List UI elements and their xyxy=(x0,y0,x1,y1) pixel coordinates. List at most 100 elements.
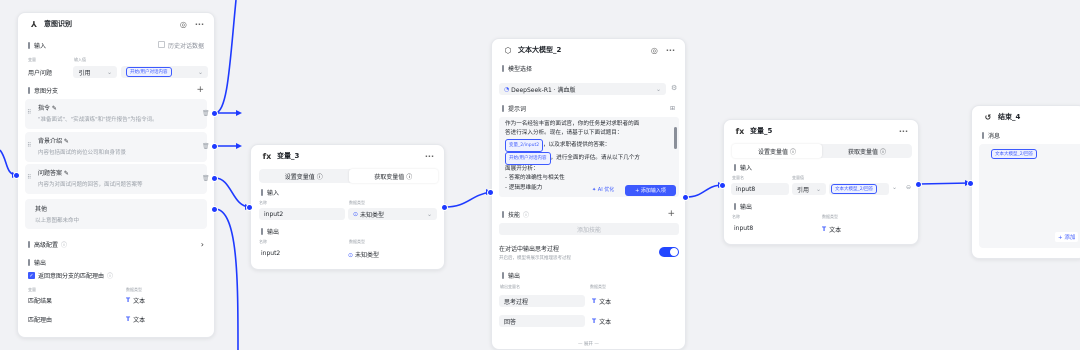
branch-desc: 内容为对面试问题的回答，面试问题答案等 xyxy=(38,182,143,188)
input-port[interactable] xyxy=(719,182,726,189)
reason-option[interactable]: ✓ 返回意图分支的匹配理由 ⓘ xyxy=(28,271,113,280)
drag-handle-icon[interactable]: ⠿ xyxy=(27,109,31,116)
think-label: 在对话中输出思考过程 xyxy=(499,246,560,253)
more-icon[interactable]: ··· xyxy=(899,127,908,136)
other-branch-card[interactable]: 其他 以上意图都未命中 xyxy=(25,199,207,229)
ref-value-select[interactable]: 文本大模型_2/回答 xyxy=(829,183,889,195)
more-icon[interactable]: ··· xyxy=(195,20,204,29)
prompt-scrollbar[interactable] xyxy=(674,127,677,149)
delete-icon[interactable]: ⊖ xyxy=(906,184,911,191)
input-port[interactable] xyxy=(967,180,974,187)
output-name-field[interactable]: 回答 xyxy=(499,315,585,327)
input-name-field[interactable]: input2 xyxy=(259,208,345,220)
prompt-line: - 答案的准确性与相关性 xyxy=(505,175,565,182)
variable3-node[interactable]: fx 变量_3 ··· 设置变量值 ⓘ 获取变量值 ⓘ 输入 名称 数据类型 i… xyxy=(250,144,445,270)
branch-card[interactable]: ⠿ 指令 ✎ "准备面试"、"实战演练"和"提升报告"为指令词。 xyxy=(25,99,207,129)
more-icon[interactable]: ··· xyxy=(666,46,675,55)
ref-value-select[interactable]: 开始/用户对话内容 ⌄ xyxy=(121,66,208,78)
variable5-node[interactable]: fx 变量_5 ··· 设置变量值 ⓘ 获取变量值 ⓘ 输入 变量名 变量值 i… xyxy=(723,119,919,245)
end-header[interactable]: ↺ 结束_4 xyxy=(972,106,1080,128)
add-skill-icon[interactable]: + xyxy=(667,209,675,219)
prompt-var-tag[interactable]: 变量_2/input2 xyxy=(505,138,544,152)
text-type-icon: T xyxy=(592,298,597,305)
chevron-right-icon[interactable]: › xyxy=(201,240,204,249)
tab-set-value[interactable]: 设置变量值 ⓘ xyxy=(732,144,822,158)
branch-title: 问题答案 ✎ xyxy=(38,170,69,177)
add-button[interactable]: + 添加 xyxy=(1055,232,1079,242)
chevron-down-icon[interactable]: ⌄ xyxy=(892,184,897,191)
prompt-line: 变量_2/input2 ，以及求职者提供的答案： xyxy=(505,138,669,152)
skill-placeholder[interactable]: 添加技能 xyxy=(499,223,679,235)
input-port[interactable] xyxy=(246,204,253,211)
output-port[interactable] xyxy=(211,175,218,182)
prompt-var-tag[interactable]: 开始/用户对话内容 xyxy=(505,151,551,166)
more-icon[interactable]: ··· xyxy=(425,152,434,161)
input-port[interactable] xyxy=(487,189,494,196)
input-name-field[interactable]: input8 xyxy=(731,183,789,195)
expand-icon[interactable]: ⊞ xyxy=(670,105,675,112)
model-select[interactable]: ◔ DeepSeek-R1 · 满血版 ⌄ xyxy=(499,83,666,95)
workflow-canvas[interactable]: ⅄ 意图识别 ◎ ··· 输入 历史对话数据 变量 输入值 用户问题 引用 ⌄ 开… xyxy=(0,0,1080,350)
info-icon: ⓘ xyxy=(523,211,530,219)
col-type: 输入值 xyxy=(74,57,86,62)
think-toggle[interactable] xyxy=(659,247,679,257)
output-port[interactable] xyxy=(915,181,922,188)
llm-node[interactable]: ⬡ 文本大模型_2 ◎ ··· 模型选择 ◔ DeepSeek-R1 · 满血版… xyxy=(491,38,686,350)
tab-get-value[interactable]: 获取变量值 ⓘ xyxy=(348,169,438,183)
message-editor[interactable]: 文本大模型_2/回答 + 添加 xyxy=(979,144,1080,248)
branch-card[interactable]: ⠿ 背景介绍 ✎ 内容包括面试的岗位公司和自身背景 xyxy=(25,132,207,162)
ai-optimize-button[interactable]: ✦ AI 优化 xyxy=(592,186,614,194)
variable3-output-section: 输出 xyxy=(251,224,444,238)
ref-mode-select[interactable]: 引用 ⌄ xyxy=(792,183,826,195)
input-type-select[interactable]: ⊙ 未知类型 ⌄ xyxy=(348,208,437,220)
section-title: 高级配置 xyxy=(34,241,59,249)
deepseek-icon: ◔ xyxy=(504,85,510,93)
output-port[interactable] xyxy=(441,204,448,211)
unknown-type-icon: ⊙ xyxy=(348,252,354,259)
history-toggle[interactable]: 历史对话数据 xyxy=(157,40,204,50)
delete-icon[interactable]: 🗑 xyxy=(202,110,210,117)
checkbox-checked[interactable]: ✓ xyxy=(28,272,35,279)
output-name-field[interactable]: 思考过程 xyxy=(499,295,585,307)
text-type-icon: T xyxy=(126,297,131,304)
output-port[interactable] xyxy=(211,143,218,150)
history-checkbox[interactable] xyxy=(157,40,165,48)
target-icon[interactable]: ◎ xyxy=(180,20,187,29)
add-branch-icon[interactable]: + xyxy=(196,85,204,95)
end-node[interactable]: ↺ 结束_4 消息 文本大模型_2/回答 + 添加 xyxy=(971,105,1080,259)
section-bar xyxy=(502,271,504,279)
target-icon[interactable]: ◎ xyxy=(651,46,658,55)
intent-node-header[interactable]: ⅄ 意图识别 ◎ ··· xyxy=(18,13,214,35)
variable5-header[interactable]: fx 变量_5 ··· xyxy=(724,120,918,142)
message-var-tag[interactable]: 文本大模型_2/回答 xyxy=(991,149,1038,159)
end-title: 结束_4 xyxy=(998,113,1021,121)
ref-mode-select[interactable]: 引用 ⌄ xyxy=(73,66,117,78)
input-port[interactable] xyxy=(13,172,20,179)
llm-header[interactable]: ⬡ 文本大模型_2 ◎ ··· xyxy=(492,39,685,61)
output-port[interactable] xyxy=(211,110,218,117)
delete-icon[interactable]: 🗑 xyxy=(202,175,210,182)
intent-icon: ⅄ xyxy=(30,19,38,29)
section-title: 输出 xyxy=(508,272,521,280)
drag-handle-icon[interactable]: ⠿ xyxy=(27,174,31,181)
drag-handle-icon[interactable]: ⠿ xyxy=(27,142,31,149)
advanced-section[interactable]: 高级配置 ⓘ › xyxy=(18,237,214,251)
expand-more[interactable]: — 展开 — xyxy=(578,341,599,347)
delete-icon[interactable]: 🗑 xyxy=(202,143,210,150)
intent-node[interactable]: ⅄ 意图识别 ◎ ··· 输入 历史对话数据 变量 输入值 用户问题 引用 ⌄ 开… xyxy=(17,12,215,338)
section-bar xyxy=(502,104,504,112)
add-input-button[interactable]: + 添加输入项 xyxy=(625,185,676,196)
settings-icon[interactable]: ⚙ xyxy=(671,84,677,92)
tab-set-value[interactable]: 设置变量值 ⓘ xyxy=(259,169,349,183)
model-section: 模型选择 xyxy=(492,61,685,75)
output-port[interactable] xyxy=(211,206,218,213)
variable3-header[interactable]: fx 变量_3 ··· xyxy=(251,145,444,167)
branch-card[interactable]: ⠿ 问题答案 ✎ 内容为对面试问题的回答，面试问题答案等 xyxy=(25,164,207,194)
history-label: 历史对话数据 xyxy=(167,42,204,50)
text-type-icon: T xyxy=(822,226,827,233)
tab-get-value[interactable]: 获取变量值 ⓘ xyxy=(822,144,912,158)
output-type: 文本 xyxy=(133,298,146,305)
output-port[interactable] xyxy=(682,194,689,201)
col-type: 数据类型 xyxy=(349,239,365,244)
edge-var3-to-llm xyxy=(444,191,492,208)
